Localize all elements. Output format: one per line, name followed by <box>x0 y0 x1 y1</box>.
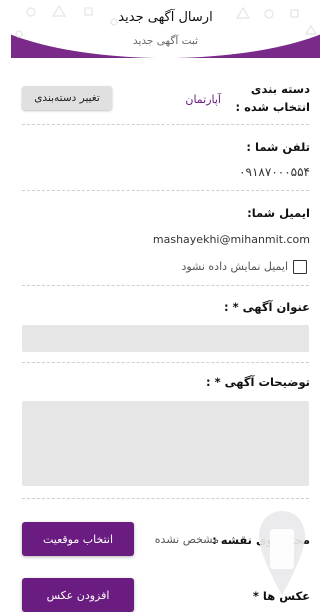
select-location-button[interactable]: انتخاب موقعیت <box>22 522 134 556</box>
description-label: توضیحات آگهی * : <box>206 375 310 389</box>
hide-email-checkbox[interactable] <box>293 260 307 274</box>
header-pattern <box>15 4 318 38</box>
hide-email-label: ایمیل نمایش داده نشود <box>181 260 288 273</box>
phone-label: تلفن شما : <box>246 140 310 154</box>
photos-label: عکس ها * <box>252 589 310 603</box>
ad-title-input[interactable] <box>22 325 309 352</box>
map-pin-icon <box>259 511 305 595</box>
description-input[interactable] <box>22 401 309 486</box>
divider <box>22 362 309 363</box>
category-value: آپارتمان <box>185 93 221 106</box>
divider <box>22 498 309 499</box>
phone-value: ۰۹۱۸۷۰۰۰۵۵۴ <box>239 165 310 179</box>
page-title: ارسال آگهی جدید <box>118 10 213 25</box>
divider <box>22 285 309 286</box>
page-subtitle: ثبت آگهی جدید <box>132 35 199 47</box>
email-value: mashayekhi@mihanmit.com <box>152 233 310 246</box>
add-photo-button[interactable]: افزودن عکس <box>22 578 134 612</box>
change-category-button[interactable]: تغییر دسته‌بندی <box>22 86 112 110</box>
app-header: ارسال آگهی جدید ثبت آگهی جدید <box>11 0 320 66</box>
location-status: مشخص نشده <box>154 533 219 546</box>
ad-title-label: عنوان آگهی * : <box>224 300 310 314</box>
email-label: ایمیل شما: <box>247 206 310 220</box>
divider <box>22 190 309 191</box>
divider <box>22 124 309 125</box>
category-label: دسته بندی انتخاب شده : <box>235 82 310 114</box>
